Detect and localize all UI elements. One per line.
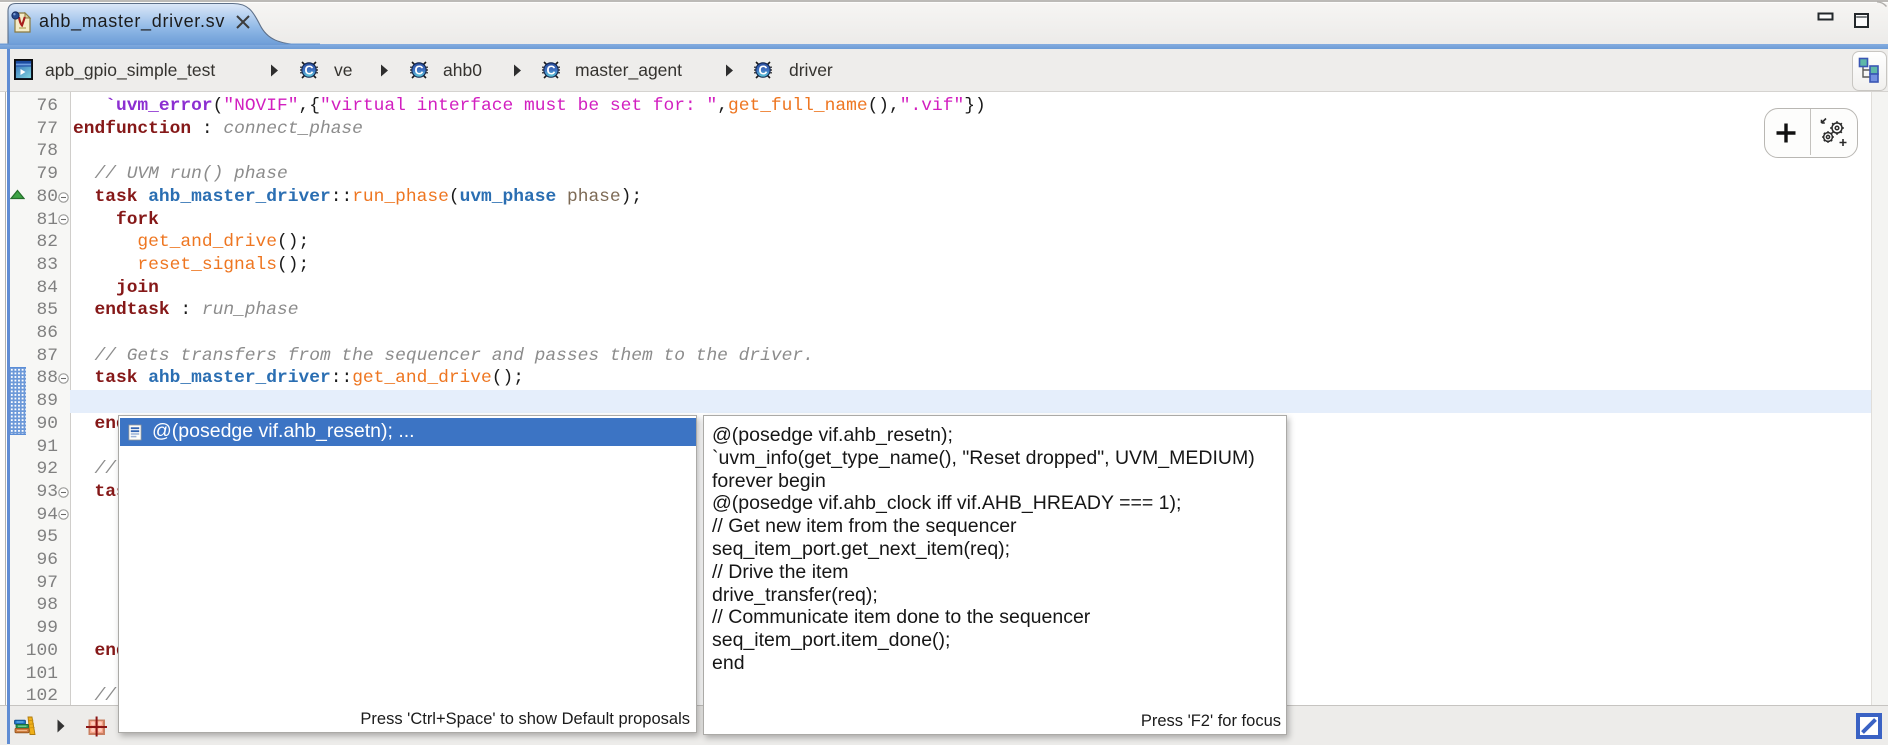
svg-text:C: C: [304, 63, 313, 77]
svg-text:C: C: [546, 63, 555, 77]
svg-text:C: C: [758, 63, 767, 77]
svg-text:C: C: [414, 63, 423, 77]
